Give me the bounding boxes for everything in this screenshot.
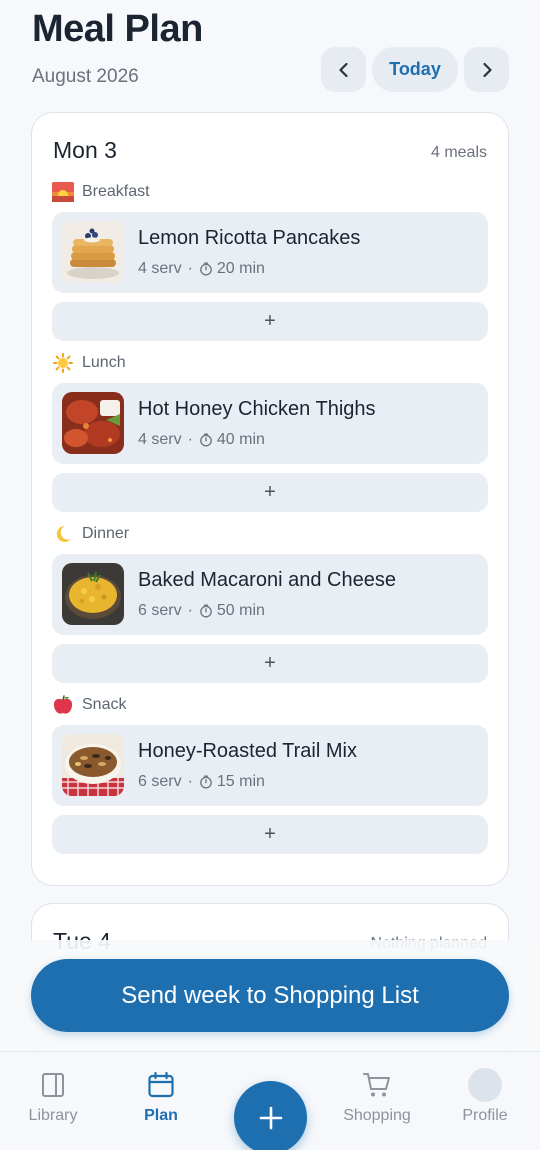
- avatar-icon: [468, 1068, 502, 1102]
- time-label: 50 min: [216, 602, 265, 619]
- meal-thumbnail: [62, 392, 124, 454]
- meal-thumbnail: [62, 734, 124, 796]
- section-label-breakfast: Breakfast: [82, 183, 150, 200]
- tab-library[interactable]: Library: [3, 1066, 103, 1136]
- day-title: Mon 3: [53, 137, 117, 163]
- chevron-left-icon: [338, 62, 348, 77]
- section-label-dinner: Dinner: [82, 525, 130, 542]
- meal-name: Hot Honey Chicken Thighs: [138, 398, 376, 420]
- meal-thumbnail: [62, 221, 124, 283]
- timer-icon: [200, 604, 212, 618]
- meal-meta: 4 serv · 20 min: [138, 260, 265, 278]
- section-label-lunch: Lunch: [82, 354, 126, 371]
- header: Meal Plan August 2026 Today: [0, 0, 540, 110]
- tab-plan[interactable]: Plan: [111, 1066, 211, 1136]
- meta-separator: ·: [187, 431, 193, 448]
- sun-icon: [52, 353, 74, 373]
- send-to-shopping-list-button[interactable]: Send week to Shopping List: [31, 959, 509, 1032]
- meal-name: Honey-Roasted Trail Mix: [138, 740, 357, 762]
- previous-week-button[interactable]: [321, 47, 366, 92]
- meal-name: Lemon Ricotta Pancakes: [138, 227, 361, 249]
- add-meal-fab-button[interactable]: [234, 1081, 307, 1150]
- meal-card-mac-cheese[interactable]: Baked Macaroni and Cheese 6 serv · 50 mi…: [52, 554, 488, 635]
- add-lunch-button[interactable]: +: [52, 473, 488, 512]
- time-label: 15 min: [216, 773, 265, 790]
- tab-shopping[interactable]: Shopping: [327, 1066, 427, 1136]
- meal-card-pancakes[interactable]: Lemon Ricotta Pancakes 4 serv · 20 min: [52, 212, 488, 293]
- meal-meta: 6 serv · 50 min: [138, 602, 265, 620]
- timer-icon: [200, 262, 212, 276]
- meal-name: Baked Macaroni and Cheese: [138, 569, 396, 591]
- servings-label: 6 serv: [138, 773, 182, 790]
- sunrise-icon: [52, 182, 74, 202]
- apple-icon: [52, 695, 74, 715]
- book-icon: [36, 1068, 70, 1102]
- meta-separator: ·: [187, 260, 193, 277]
- meal-card-trail-mix[interactable]: Honey-Roasted Trail Mix 6 serv · 15 min: [52, 725, 488, 806]
- meal-card-chicken[interactable]: Hot Honey Chicken Thighs 4 serv · 40 min: [52, 383, 488, 464]
- tab-label: Shopping: [343, 1107, 411, 1124]
- month-label: August 2026: [32, 66, 139, 87]
- crescent-moon-icon: [52, 524, 74, 544]
- timer-icon: [200, 433, 212, 447]
- timer-icon: [200, 775, 212, 789]
- servings-label: 4 serv: [138, 260, 182, 277]
- meal-thumbnail: [62, 563, 124, 625]
- servings-label: 4 serv: [138, 431, 182, 448]
- add-dinner-button[interactable]: +: [52, 644, 488, 683]
- servings-label: 6 serv: [138, 602, 182, 619]
- tab-label: Library: [28, 1107, 78, 1124]
- add-snack-button[interactable]: +: [52, 815, 488, 854]
- day-card-mon: Mon 3 4 meals Breakfast Lemon Ricotta Pa…: [31, 112, 509, 886]
- meal-count: 4 meals: [430, 144, 487, 161]
- page-title: Meal Plan: [32, 8, 203, 50]
- meal-meta: 6 serv · 15 min: [138, 773, 265, 791]
- chevron-right-icon: [482, 62, 492, 77]
- cart-icon: [360, 1068, 394, 1102]
- time-label: 20 min: [216, 260, 265, 277]
- section-label-snack: Snack: [82, 696, 127, 713]
- tab-label: Plan: [144, 1107, 178, 1124]
- next-week-button[interactable]: [464, 47, 509, 92]
- meal-meta: 4 serv · 40 min: [138, 431, 265, 449]
- time-label: 40 min: [216, 431, 265, 448]
- tab-label: Profile: [462, 1107, 508, 1124]
- meta-separator: ·: [187, 773, 193, 790]
- tab-profile[interactable]: Profile: [435, 1066, 535, 1136]
- add-breakfast-button[interactable]: +: [52, 302, 488, 341]
- today-button[interactable]: Today: [372, 47, 458, 92]
- meta-separator: ·: [187, 602, 193, 619]
- plus-icon: [259, 1106, 282, 1129]
- calendar-icon: [144, 1068, 178, 1102]
